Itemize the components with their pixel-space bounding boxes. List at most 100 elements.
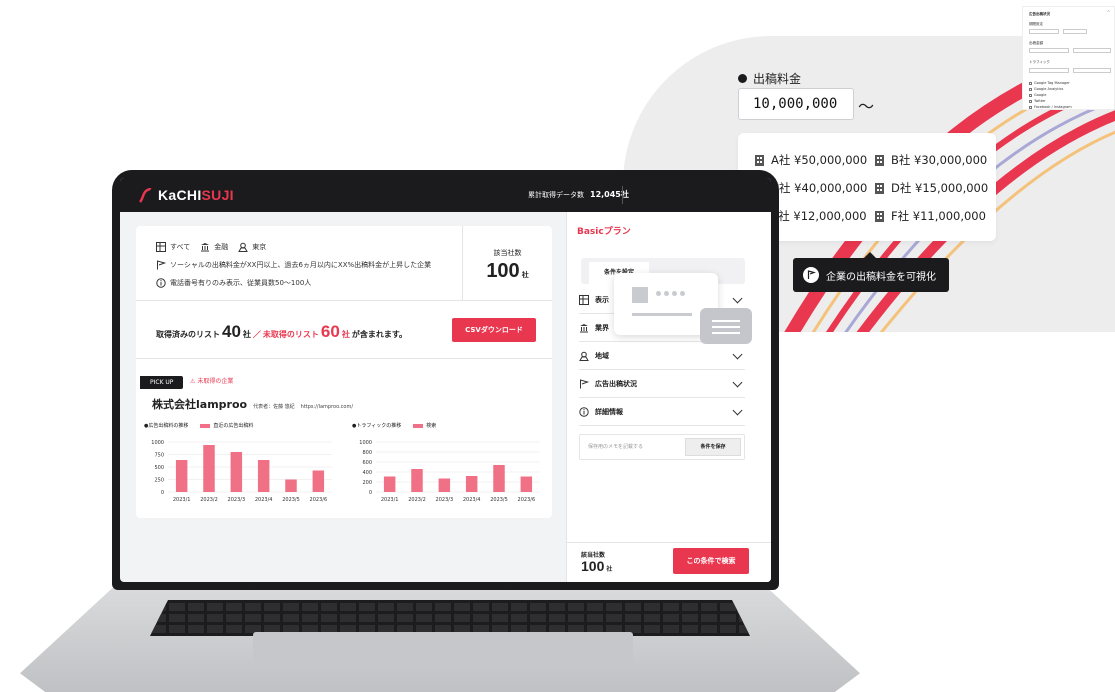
bank-icon bbox=[579, 323, 589, 333]
accordion-region[interactable]: 地域 bbox=[579, 342, 745, 370]
company-representative: 代表者：佐藤 悠紀 bbox=[253, 404, 295, 410]
y-tick-label: 1000 bbox=[359, 440, 372, 446]
map-pin-icon bbox=[579, 351, 589, 361]
pickup-badge: PICK UP bbox=[140, 376, 184, 389]
flag-icon bbox=[579, 378, 590, 389]
traffic-chart: 0 200 400 600 800 1000 2023/1 2023/2 2023/3 2023/… bbox=[359, 440, 540, 503]
header-stat-label: 累計取得データ数 bbox=[528, 190, 584, 199]
table-icon bbox=[579, 294, 589, 305]
keyboard bbox=[150, 600, 750, 636]
ad-spend-chart: 0 250 500 750 1000 2023/1 2023/2 2023/3 2023/4 20… bbox=[151, 440, 332, 503]
chart-bar bbox=[383, 476, 396, 492]
max-traffic-input[interactable] bbox=[1073, 68, 1111, 73]
app-header: KaCHISUJI 累計取得データ数 12,045社 bbox=[120, 178, 771, 212]
chevron-down-icon bbox=[732, 349, 743, 360]
company-name: 株式会社lamproo bbox=[152, 398, 248, 411]
legend-swatch bbox=[200, 423, 211, 428]
divider bbox=[567, 542, 771, 543]
max-amount-input[interactable] bbox=[1073, 48, 1111, 53]
x-tick-label: 2023/4 bbox=[255, 497, 273, 503]
chart-bar bbox=[175, 460, 188, 492]
company-item: A社 ¥50,000,000 bbox=[754, 152, 867, 168]
mini-panel-title: 広告出稿状況 bbox=[1029, 12, 1050, 16]
header-stat: 累計取得データ数 12,045社 bbox=[528, 189, 629, 200]
warning-icon: ⚠ bbox=[190, 378, 196, 385]
unacquired-warning: ⚠ 未取得の企業 bbox=[190, 378, 234, 385]
condition-summary: すべて 金融 東京 ソーシャルの出稿料金がXX円以上、過去6ヵ月以内にXX%出稿… bbox=[156, 238, 431, 292]
mini-checkbox[interactable]: Google bbox=[1029, 93, 1046, 97]
chart-legend: ●広告出稿料の推移 直近の広告出稿料 bbox=[144, 422, 253, 429]
save-conditions-button[interactable]: 条件を保存 bbox=[685, 438, 741, 456]
company-item: F社 ¥11,000,000 bbox=[874, 208, 986, 224]
y-tick-label: 400 bbox=[362, 470, 372, 476]
company-url[interactable]: https://lamproo.com/ bbox=[301, 404, 353, 410]
period-select[interactable] bbox=[1063, 29, 1087, 34]
mini-checkbox[interactable]: Google Analytics bbox=[1029, 87, 1063, 91]
divider bbox=[136, 300, 552, 301]
amount-input[interactable]: 10,000,000 bbox=[738, 88, 854, 120]
company-header: 株式会社lamproo 代表者：佐藤 悠紀 https://lamproo.co… bbox=[152, 396, 353, 412]
mini-filter-panel: 広告出稿状況 ^ 期間設定 出稿金額 トラフィック Google Tag Man… bbox=[1022, 6, 1115, 110]
y-tick-label: 800 bbox=[362, 450, 372, 456]
tooltip-text: 企業の出稿料金を可視化 bbox=[826, 271, 936, 283]
search-button[interactable]: この条件で検索 bbox=[673, 548, 749, 574]
accordion-details[interactable]: 詳細情報 bbox=[579, 398, 745, 426]
bubble-title: 出稿料金 bbox=[738, 70, 801, 87]
filter-panel: Basicプラン 条件を設定 表示 業界 地域 広告出稿状況 詳細情報 保存用の… bbox=[566, 212, 771, 582]
company-item: B社 ¥30,000,000 bbox=[874, 152, 987, 168]
min-amount-input[interactable] bbox=[1029, 48, 1069, 53]
y-tick-label: 0 bbox=[369, 490, 372, 496]
unacquired-count: 60 bbox=[320, 322, 340, 341]
header-stat-value: 12,045社 bbox=[590, 190, 629, 199]
mini-checkbox[interactable]: Facebook / Instagram bbox=[1029, 105, 1072, 109]
flag-icon bbox=[803, 267, 819, 283]
min-traffic-input[interactable] bbox=[1029, 68, 1069, 73]
chart-bar bbox=[285, 479, 297, 492]
y-tick-label: 1000 bbox=[151, 440, 164, 446]
chevron-down-icon bbox=[732, 377, 743, 388]
brand-logo[interactable]: KaCHISUJI bbox=[138, 185, 234, 205]
building-icon bbox=[874, 210, 885, 222]
flag-icon bbox=[156, 260, 167, 270]
condition-row: 電話番号有りのみ表示、従業員数50〜100人 bbox=[156, 274, 431, 292]
chart-legend: ●トラフィックの推移 検索 bbox=[352, 422, 436, 429]
x-tick-label: 2023/2 bbox=[408, 497, 426, 503]
y-tick-label: 0 bbox=[161, 490, 164, 496]
x-tick-label: 2023/3 bbox=[436, 497, 454, 503]
company-item: D社 ¥15,000,000 bbox=[874, 180, 988, 196]
building-icon bbox=[874, 182, 885, 194]
chart-bar bbox=[465, 476, 478, 492]
brand-name: KaCHISUJI bbox=[158, 187, 234, 203]
list-summary: 取得済みのリスト 40 社 ／ 未取得のリスト 60 社 が含まれます。 bbox=[156, 322, 408, 341]
chart-bar bbox=[411, 469, 423, 492]
map-pin-icon bbox=[238, 242, 249, 252]
chart-bar bbox=[520, 476, 533, 492]
condition-row: すべて 金融 東京 bbox=[156, 238, 431, 256]
y-tick-label: 250 bbox=[154, 478, 164, 484]
logo-mark-icon bbox=[139, 187, 152, 203]
image-placeholder-icon bbox=[632, 287, 648, 303]
csv-download-button[interactable]: CSVダウンロード bbox=[452, 318, 536, 342]
y-tick-label: 500 bbox=[154, 465, 164, 471]
chart-bar bbox=[312, 470, 325, 492]
mini-checkbox[interactable]: Twitter bbox=[1029, 99, 1046, 103]
feature-tooltip: 企業の出稿料金を可視化 bbox=[793, 258, 949, 292]
header-divider bbox=[622, 186, 623, 204]
mini-checkbox[interactable]: Google Tag Manager bbox=[1029, 81, 1070, 85]
acquired-count: 40 bbox=[222, 322, 241, 341]
period-select[interactable] bbox=[1029, 29, 1059, 34]
chevron-up-icon[interactable]: ^ bbox=[1107, 10, 1110, 14]
info-icon bbox=[579, 406, 589, 417]
accordion-ad-status[interactable]: 広告出稿状況 bbox=[579, 370, 745, 398]
bullet-icon bbox=[738, 74, 747, 83]
y-tick-label: 200 bbox=[362, 480, 372, 486]
chart-bar bbox=[438, 478, 451, 492]
decorative-card bbox=[700, 308, 752, 344]
plan-title: Basicプラン bbox=[577, 227, 631, 237]
result-count-value: 100 社 bbox=[486, 260, 529, 282]
panel-count-value: 100 社 bbox=[581, 558, 613, 574]
divider bbox=[136, 358, 552, 359]
x-tick-label: 2023/4 bbox=[463, 497, 481, 503]
chart-bar bbox=[203, 445, 215, 492]
legend-swatch bbox=[413, 423, 424, 428]
